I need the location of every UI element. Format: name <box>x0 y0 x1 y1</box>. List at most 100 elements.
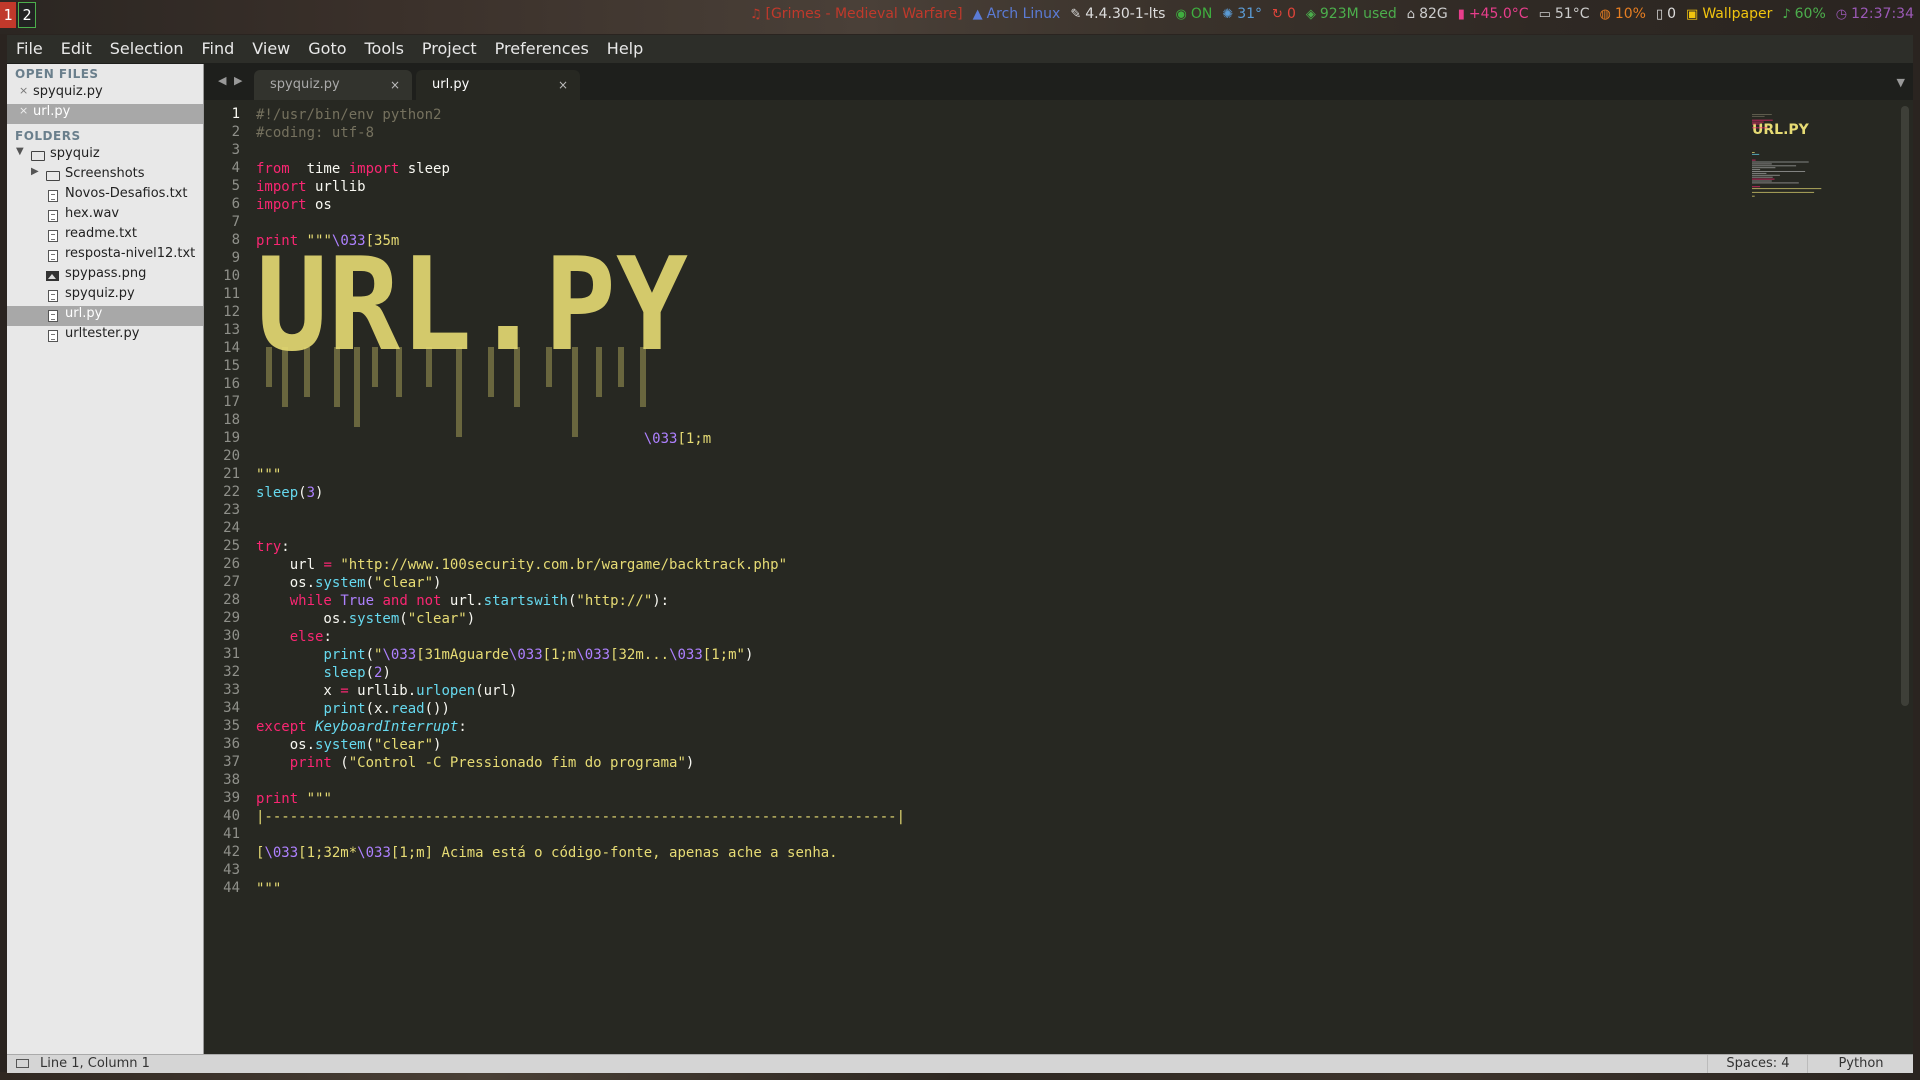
code-line[interactable]: """ <box>256 880 905 898</box>
tab-spyquiz[interactable]: spyquiz.py × <box>254 70 412 100</box>
code-editor[interactable]: 1 2 3 4 5 6 7 8 9 10 11 12 13 14 15 16 17 18 19 20 21 22 23 24 2… <box>204 100 1913 1054</box>
status-gear: ✺ 31° <box>1222 6 1262 22</box>
code-line[interactable] <box>256 826 905 844</box>
tab-bar: ◀ ▶ spyquiz.py × url.py × ▼ <box>204 64 1913 100</box>
code-line[interactable]: |---------------------------------------… <box>256 808 905 826</box>
code-line[interactable] <box>256 142 905 160</box>
menu-edit[interactable]: Edit <box>52 35 101 63</box>
close-icon[interactable]: × <box>558 70 568 100</box>
folder-icon <box>46 171 60 181</box>
code-line[interactable]: print(x.read()) <box>256 700 905 718</box>
menu-goto[interactable]: Goto <box>299 35 355 63</box>
chevron-right-icon[interactable]: ▶ <box>31 166 39 177</box>
code-line[interactable]: url = "http://www.100security.com.br/war… <box>256 556 905 574</box>
code-line[interactable]: import os <box>256 196 905 214</box>
code-line[interactable]: """ <box>256 466 905 484</box>
minimap-line <box>1752 152 1755 153</box>
ascii-art-drip <box>514 347 520 407</box>
code-token: \033 <box>382 647 417 663</box>
close-icon[interactable]: × <box>19 84 28 97</box>
tree-item[interactable]: Novos-Desafios.txt <box>7 186 203 206</box>
code-line[interactable] <box>256 448 905 466</box>
close-icon[interactable]: × <box>19 104 28 117</box>
code-line[interactable]: try: <box>256 538 905 556</box>
minimap-line <box>1752 176 1773 178</box>
tree-item[interactable]: urltester.py <box>7 326 203 346</box>
open-file-item[interactable]: × url.py <box>7 104 203 124</box>
code-line[interactable] <box>256 772 905 790</box>
tab-next-icon[interactable]: ▶ <box>234 74 242 87</box>
code-line[interactable] <box>256 502 905 520</box>
code-line[interactable]: while True and not url.startswith("http:… <box>256 592 905 610</box>
status-memory: ◈ 923M used <box>1306 6 1397 22</box>
code-line[interactable]: #coding: utf-8 <box>256 124 905 142</box>
code-line[interactable] <box>256 862 905 880</box>
minimap-line <box>1752 172 1767 174</box>
menu-file[interactable]: File <box>7 35 52 63</box>
workspace-1-button[interactable]: 1 <box>0 2 16 28</box>
ascii-art-drip <box>596 347 602 397</box>
code-line[interactable]: [\033[1;32m*\033[1;m] Acima está o códig… <box>256 844 905 862</box>
chevron-down-icon[interactable]: ▼ <box>16 146 24 157</box>
folder-root-spyquiz[interactable]: ▼ spyquiz <box>7 146 203 166</box>
vertical-scrollbar[interactable] <box>1901 106 1909 706</box>
tree-item[interactable]: spypass.png <box>7 266 203 286</box>
tab-url[interactable]: url.py × <box>416 70 580 100</box>
menu-preferences[interactable]: Preferences <box>486 35 598 63</box>
code-line[interactable]: print ("Control -C Pressionado fim do pr… <box>256 754 905 772</box>
ascii-art-drip <box>426 347 432 387</box>
tree-item[interactable]: spyquiz.py <box>7 286 203 306</box>
globe-icon: ◉ <box>1175 6 1187 22</box>
status-wrench: ✎ 4.4.30-1-lts <box>1070 6 1165 22</box>
menu-tools[interactable]: Tools <box>356 35 413 63</box>
code-line[interactable]: import urllib <box>256 178 905 196</box>
tree-item[interactable]: resposta-nivel12.txt <box>7 246 203 266</box>
code-line[interactable]: sleep(2) <box>256 664 905 682</box>
code-token: and <box>382 593 408 609</box>
code-line[interactable]: x = urllib.urlopen(url) <box>256 682 905 700</box>
workspace-2-button[interactable]: 2 <box>18 2 36 28</box>
code-token: ) <box>433 575 442 591</box>
tree-item[interactable]: url.py <box>7 306 203 326</box>
tree-item[interactable]: ▶ Screenshots <box>7 166 203 186</box>
code-content[interactable]: #!/usr/bin/env python2 #coding: utf-8 fro… <box>256 106 905 898</box>
code-line[interactable]: except KeyboardInterrupt: <box>256 718 905 736</box>
menu-view[interactable]: View <box>243 35 299 63</box>
menu-bar: File Edit Selection Find View Goto Tools Projec… <box>7 35 1913 64</box>
tree-item[interactable]: hex.wav <box>7 206 203 226</box>
code-line[interactable]: print """ <box>256 790 905 808</box>
code-token: KeyboardInterrupt <box>315 719 459 735</box>
open-file-label: spyquiz.py <box>33 84 103 99</box>
code-line[interactable] <box>256 214 905 232</box>
indentation-setting[interactable]: Spaces: 4 <box>1707 1055 1808 1073</box>
wrench-icon: ✎ <box>1070 6 1082 22</box>
panel-toggle-icon[interactable] <box>16 1059 29 1068</box>
tab-list-dropdown-icon[interactable]: ▼ <box>1897 76 1905 89</box>
code-token: print <box>289 755 332 771</box>
minimap[interactable]: URL.PY <box>1750 112 1830 202</box>
open-file-item[interactable]: × spyquiz.py <box>7 84 203 104</box>
code-line[interactable]: print("\033[31mAguarde\033[1;m\033[32m..… <box>256 646 905 664</box>
code-line[interactable]: from time import sleep <box>256 160 905 178</box>
syntax-selector[interactable]: Python <box>1807 1055 1914 1073</box>
code-line[interactable]: sleep(3) <box>256 484 905 502</box>
code-line[interactable]: os.system("clear") <box>256 610 905 628</box>
close-icon[interactable]: × <box>390 70 400 100</box>
minimap-line <box>1752 191 1815 193</box>
code-token: not <box>416 593 442 609</box>
code-line[interactable] <box>256 520 905 538</box>
menu-project[interactable]: Project <box>413 35 486 63</box>
menu-find[interactable]: Find <box>193 35 244 63</box>
tree-item[interactable]: readme.txt <box>7 226 203 246</box>
menu-selection[interactable]: Selection <box>101 35 193 63</box>
code-token: print <box>323 647 366 663</box>
menu-help[interactable]: Help <box>598 35 652 63</box>
code-line[interactable]: #!/usr/bin/env python2 <box>256 106 905 124</box>
code-line[interactable]: os.system("clear") <box>256 736 905 754</box>
code-line[interactable]: os.system("clear") <box>256 574 905 592</box>
code-line[interactable]: else: <box>256 628 905 646</box>
tab-prev-icon[interactable]: ◀ <box>218 74 226 87</box>
code-token: \033 <box>357 845 391 861</box>
